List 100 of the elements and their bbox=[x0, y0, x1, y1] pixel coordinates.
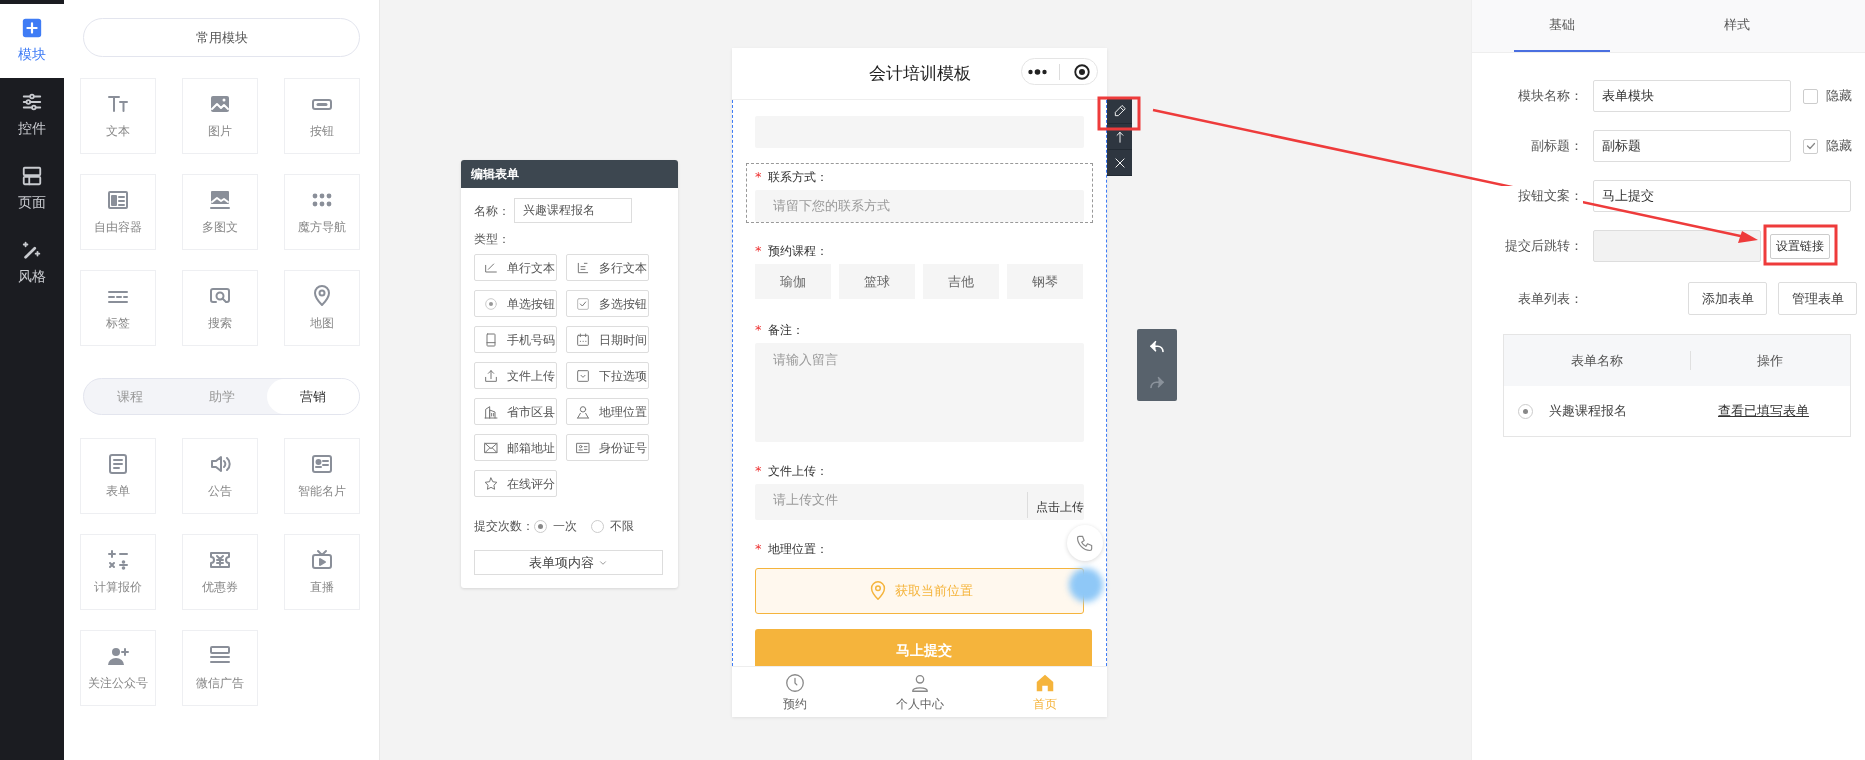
phone-icon bbox=[1075, 533, 1095, 553]
plus-icon bbox=[21, 17, 43, 39]
layout-icon bbox=[21, 165, 43, 187]
choice-option[interactable]: 瑜伽 bbox=[755, 264, 831, 299]
field-type-button[interactable]: 多行文本 bbox=[566, 254, 649, 281]
field-label: 联系方式： bbox=[767, 169, 828, 186]
checkbox[interactable] bbox=[1803, 138, 1818, 154]
input-field[interactable]: 表单模块 bbox=[1593, 80, 1791, 112]
edit-icon bbox=[1112, 103, 1127, 118]
calculator-icon bbox=[106, 548, 130, 572]
target-icon bbox=[1072, 62, 1091, 81]
module-tile[interactable]: 计算报价 bbox=[80, 534, 156, 610]
checkbox[interactable] bbox=[1803, 88, 1818, 104]
option-label: 不限 bbox=[610, 518, 634, 535]
field-type-button[interactable]: 下拉选项 bbox=[566, 362, 649, 389]
choice-option[interactable]: 钢琴 bbox=[1007, 264, 1083, 299]
field-type-button[interactable]: 身份证号 bbox=[566, 434, 649, 461]
highlight-frame bbox=[1097, 96, 1141, 131]
field-type-button[interactable]: 手机号码 bbox=[474, 326, 557, 353]
field-type-button[interactable]: 日期时间 bbox=[566, 326, 649, 353]
choice-option[interactable]: 篮球 bbox=[839, 264, 915, 299]
page-title: 会计培训模板 bbox=[868, 61, 971, 85]
module-tile[interactable]: 地图 bbox=[284, 270, 360, 346]
module-tile[interactable]: 表单 bbox=[80, 438, 156, 514]
upload-icon bbox=[483, 367, 499, 384]
module-tile[interactable]: 直播 bbox=[284, 534, 360, 610]
module-tile[interactable]: 公告 bbox=[182, 438, 258, 514]
checkbox-label: 隐藏 bbox=[1826, 137, 1852, 156]
tv-icon bbox=[310, 548, 334, 572]
field-type-button[interactable]: 省市区县 bbox=[474, 398, 557, 425]
category-tab[interactable]: 营销 bbox=[267, 379, 359, 414]
module-tile[interactable]: 智能名片 bbox=[284, 438, 360, 514]
magic-wand-icon bbox=[21, 239, 43, 261]
view-submissions-link[interactable]: 查看已填写表单 bbox=[1718, 403, 1809, 419]
field-type-button[interactable]: 单行文本 bbox=[474, 254, 557, 281]
checkbox-icon bbox=[575, 295, 591, 312]
call-button[interactable] bbox=[1067, 525, 1103, 561]
module-tile[interactable]: 自由容器 bbox=[80, 174, 156, 250]
field-type-button[interactable]: 地理位置 bbox=[566, 398, 649, 425]
module-tile[interactable]: 关注公众号 bbox=[80, 630, 156, 706]
id-card-icon bbox=[310, 452, 334, 476]
checkbox-label: 隐藏 bbox=[1826, 87, 1852, 106]
field-type-button[interactable]: 多选按钮 bbox=[566, 290, 649, 317]
field-type-button[interactable]: 文件上传 bbox=[474, 362, 557, 389]
sidebar-tab[interactable]: 页面 bbox=[0, 152, 64, 226]
tab-bar-item[interactable]: 预约 bbox=[732, 667, 857, 717]
upload-field[interactable]: 请上传文件 点击上传 bbox=[755, 484, 1084, 520]
content-dropdown-button[interactable]: 表单项内容 bbox=[474, 550, 663, 575]
form-action-button[interactable]: 添加表单 bbox=[1688, 282, 1767, 315]
field-label: 提交次数： bbox=[474, 518, 534, 535]
required-mark: * bbox=[755, 242, 762, 261]
column-header: 表单名称 bbox=[1569, 351, 1624, 370]
placeholder-text: 请上传文件 bbox=[773, 491, 839, 509]
container-icon bbox=[106, 188, 130, 212]
table-cell-text: 兴趣课程报名 bbox=[1549, 402, 1628, 421]
field-label: 地理位置： bbox=[767, 541, 828, 558]
input-field[interactable]: 副标题 bbox=[1593, 130, 1791, 162]
image-text-icon bbox=[208, 188, 232, 212]
field-label: 备注： bbox=[767, 322, 804, 339]
required-mark: * bbox=[755, 168, 762, 187]
document-icon bbox=[106, 452, 130, 476]
choice-option[interactable]: 吉他 bbox=[923, 264, 999, 299]
building-icon bbox=[483, 403, 499, 420]
module-tile[interactable]: 微信广告 bbox=[182, 630, 258, 706]
module-tile[interactable]: 图片 bbox=[182, 78, 258, 154]
more-icon bbox=[1028, 68, 1048, 75]
sidebar-tab[interactable]: 模块 bbox=[0, 4, 64, 78]
name-field[interactable]: 兴趣课程报名 bbox=[514, 198, 632, 223]
module-tile[interactable]: 优惠券 bbox=[182, 534, 258, 610]
option-label: 一次 bbox=[553, 518, 577, 535]
module-tile[interactable]: 搜索 bbox=[182, 270, 258, 346]
column-header: 操作 bbox=[1689, 350, 1850, 371]
input-field[interactable]: 马上提交 bbox=[1593, 180, 1851, 212]
module-tile[interactable]: 标签 bbox=[80, 270, 156, 346]
close-icon bbox=[1112, 155, 1127, 170]
clock-icon bbox=[783, 671, 806, 694]
calendar-icon bbox=[575, 331, 591, 348]
module-tile[interactable]: 文本 bbox=[80, 78, 156, 154]
form-action-button[interactable]: 管理表单 bbox=[1778, 282, 1857, 315]
location-person-icon bbox=[575, 403, 591, 420]
panel-title: 编辑表单 bbox=[461, 160, 678, 188]
settings-tab[interactable]: 样式 bbox=[1689, 0, 1785, 52]
sidebar-tab[interactable]: 风格 bbox=[0, 226, 64, 300]
field-label: 名称： bbox=[474, 202, 510, 220]
module-tile[interactable]: 按钮 bbox=[284, 78, 360, 154]
module-tile[interactable]: 魔方导航 bbox=[284, 174, 360, 250]
mobile-icon bbox=[483, 331, 499, 348]
required-mark: * bbox=[755, 321, 762, 340]
selected-field-frame[interactable]: * 联系方式： 请留下您的联系方式 bbox=[746, 163, 1093, 223]
settings-tab[interactable]: 基础 bbox=[1514, 0, 1610, 52]
required-mark: * bbox=[755, 462, 762, 481]
field-type-button[interactable]: 单选按钮 bbox=[474, 290, 557, 317]
upload-link[interactable]: 点击上传 bbox=[1027, 492, 1084, 518]
star-icon bbox=[483, 475, 499, 492]
field-type-button[interactable]: 在线评分 bbox=[474, 470, 557, 497]
field-type-button[interactable]: 邮箱地址 bbox=[474, 434, 557, 461]
sidebar-tab[interactable]: 控件 bbox=[0, 78, 64, 152]
module-tile[interactable]: 多图文 bbox=[182, 174, 258, 250]
field-label: 文件上传： bbox=[767, 463, 828, 480]
check-icon bbox=[1804, 140, 1817, 152]
